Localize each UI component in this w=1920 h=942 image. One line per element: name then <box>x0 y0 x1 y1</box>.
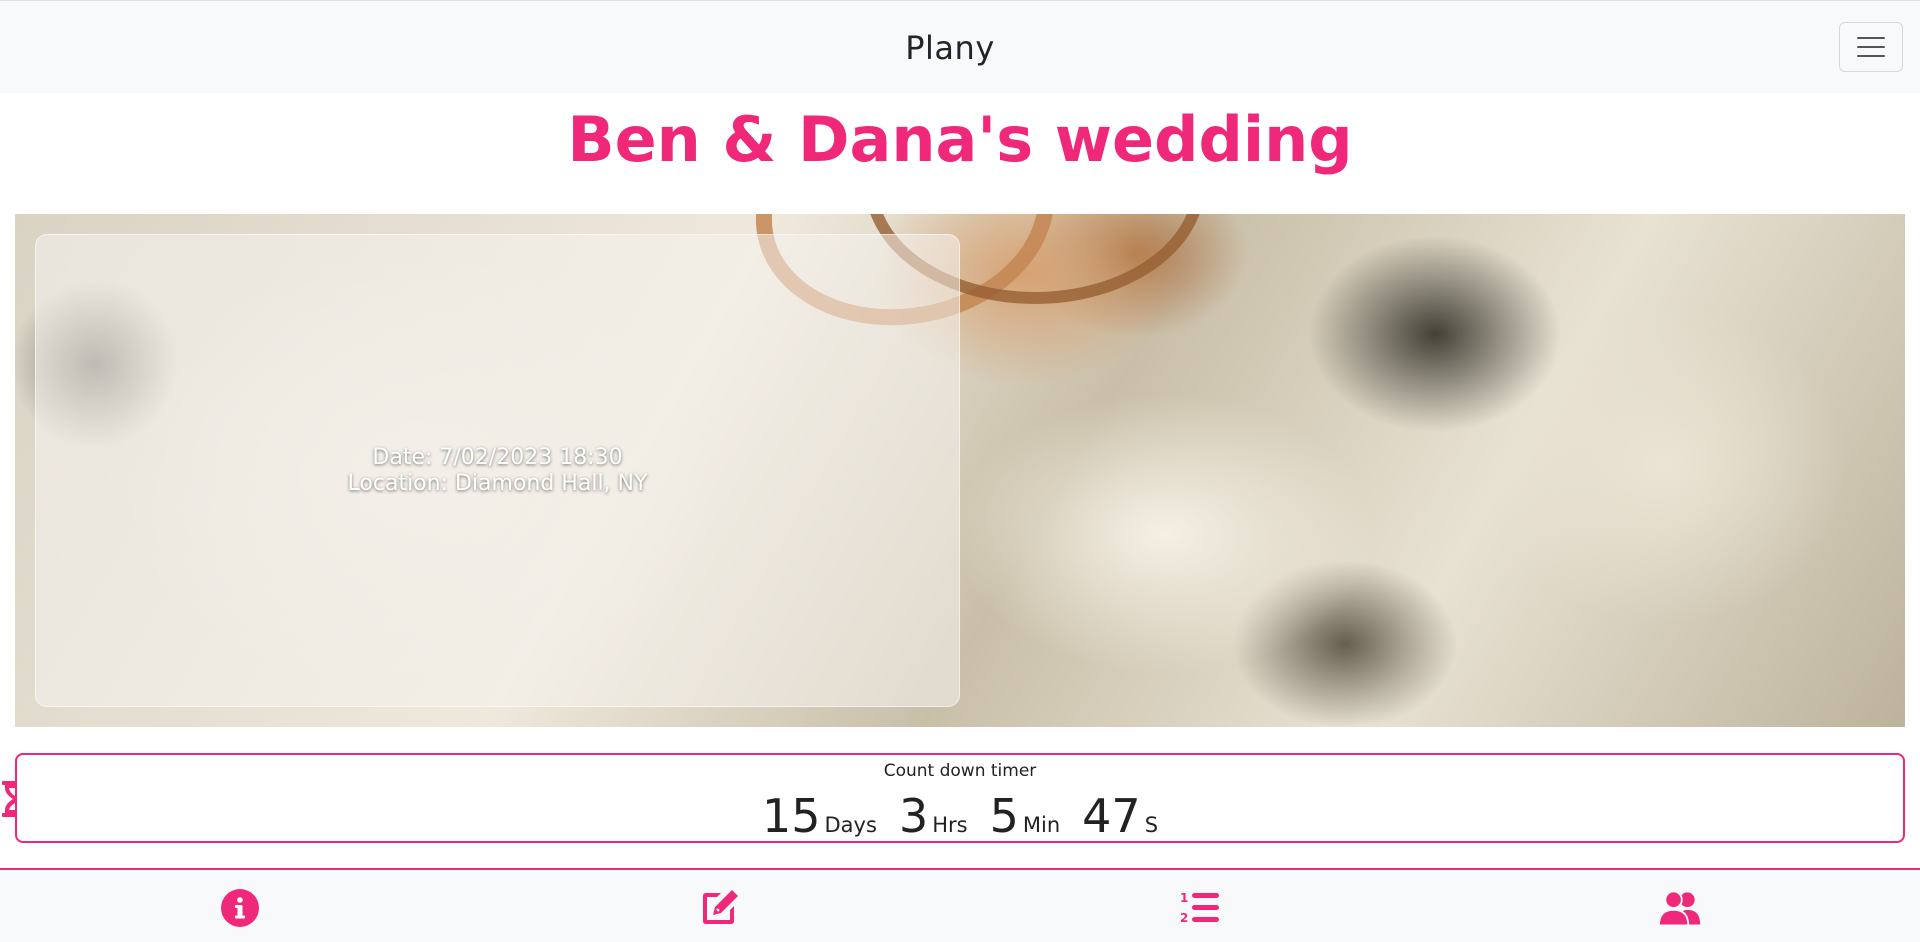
countdown-days-value: 15 <box>761 789 821 843</box>
top-navbar: Plany <box>0 0 1920 93</box>
brand-title[interactable]: Plany <box>0 1 1900 94</box>
hamburger-menu-icon <box>1857 37 1885 39</box>
countdown-days-unit: Days <box>824 813 877 837</box>
menu-toggle-button[interactable] <box>1839 22 1903 72</box>
users-icon <box>1658 890 1701 927</box>
svg-text:1: 1 <box>1180 891 1188 905</box>
countdown-minutes-unit: Min <box>1022 813 1061 837</box>
countdown-seconds-value: 47 <box>1082 789 1141 843</box>
hamburger-menu-icon <box>1857 46 1885 48</box>
countdown-hours-unit: Hrs <box>932 813 968 837</box>
info-icon <box>221 889 259 927</box>
countdown-days: 15 Days <box>762 793 877 839</box>
event-date: Date: 7/02/2023 18:30 <box>372 444 623 470</box>
event-hero-image: Date: 7/02/2023 18:30 Location: Diamond … <box>15 214 1905 727</box>
countdown-minutes: 5 Min <box>990 793 1061 839</box>
countdown-seconds-unit: S <box>1144 813 1159 837</box>
hamburger-menu-icon <box>1857 55 1885 57</box>
countdown-label: Count down timer <box>883 761 1037 781</box>
event-location: Location: Diamond Hall, NY <box>347 470 648 496</box>
edit-icon <box>703 890 738 924</box>
info-nav-button[interactable] <box>218 886 262 930</box>
svg-text:2: 2 <box>1180 911 1188 925</box>
countdown-minutes-value: 5 <box>989 789 1019 843</box>
countdown-hours-value: 3 <box>898 789 929 843</box>
countdown-seconds: 47 S <box>1082 793 1158 839</box>
countdown-values: 15 Days 3 Hrs 5 Min 47 S <box>17 793 1903 839</box>
bottom-nav-bar: 1 2 <box>0 868 1920 942</box>
numbered-list-icon: 1 2 <box>1180 891 1219 925</box>
countdown-timer: Count down timer 15 Days 3 Hrs 5 Min 47 … <box>15 753 1905 843</box>
countdown-hours: 3 Hrs <box>899 793 968 839</box>
guests-nav-button[interactable] <box>1658 886 1702 930</box>
edit-nav-button[interactable] <box>698 886 742 930</box>
event-info-card: Date: 7/02/2023 18:30 Location: Diamond … <box>35 234 960 707</box>
list-nav-button[interactable]: 1 2 <box>1178 886 1222 930</box>
event-title: Ben & Dana's wedding <box>567 103 1353 176</box>
